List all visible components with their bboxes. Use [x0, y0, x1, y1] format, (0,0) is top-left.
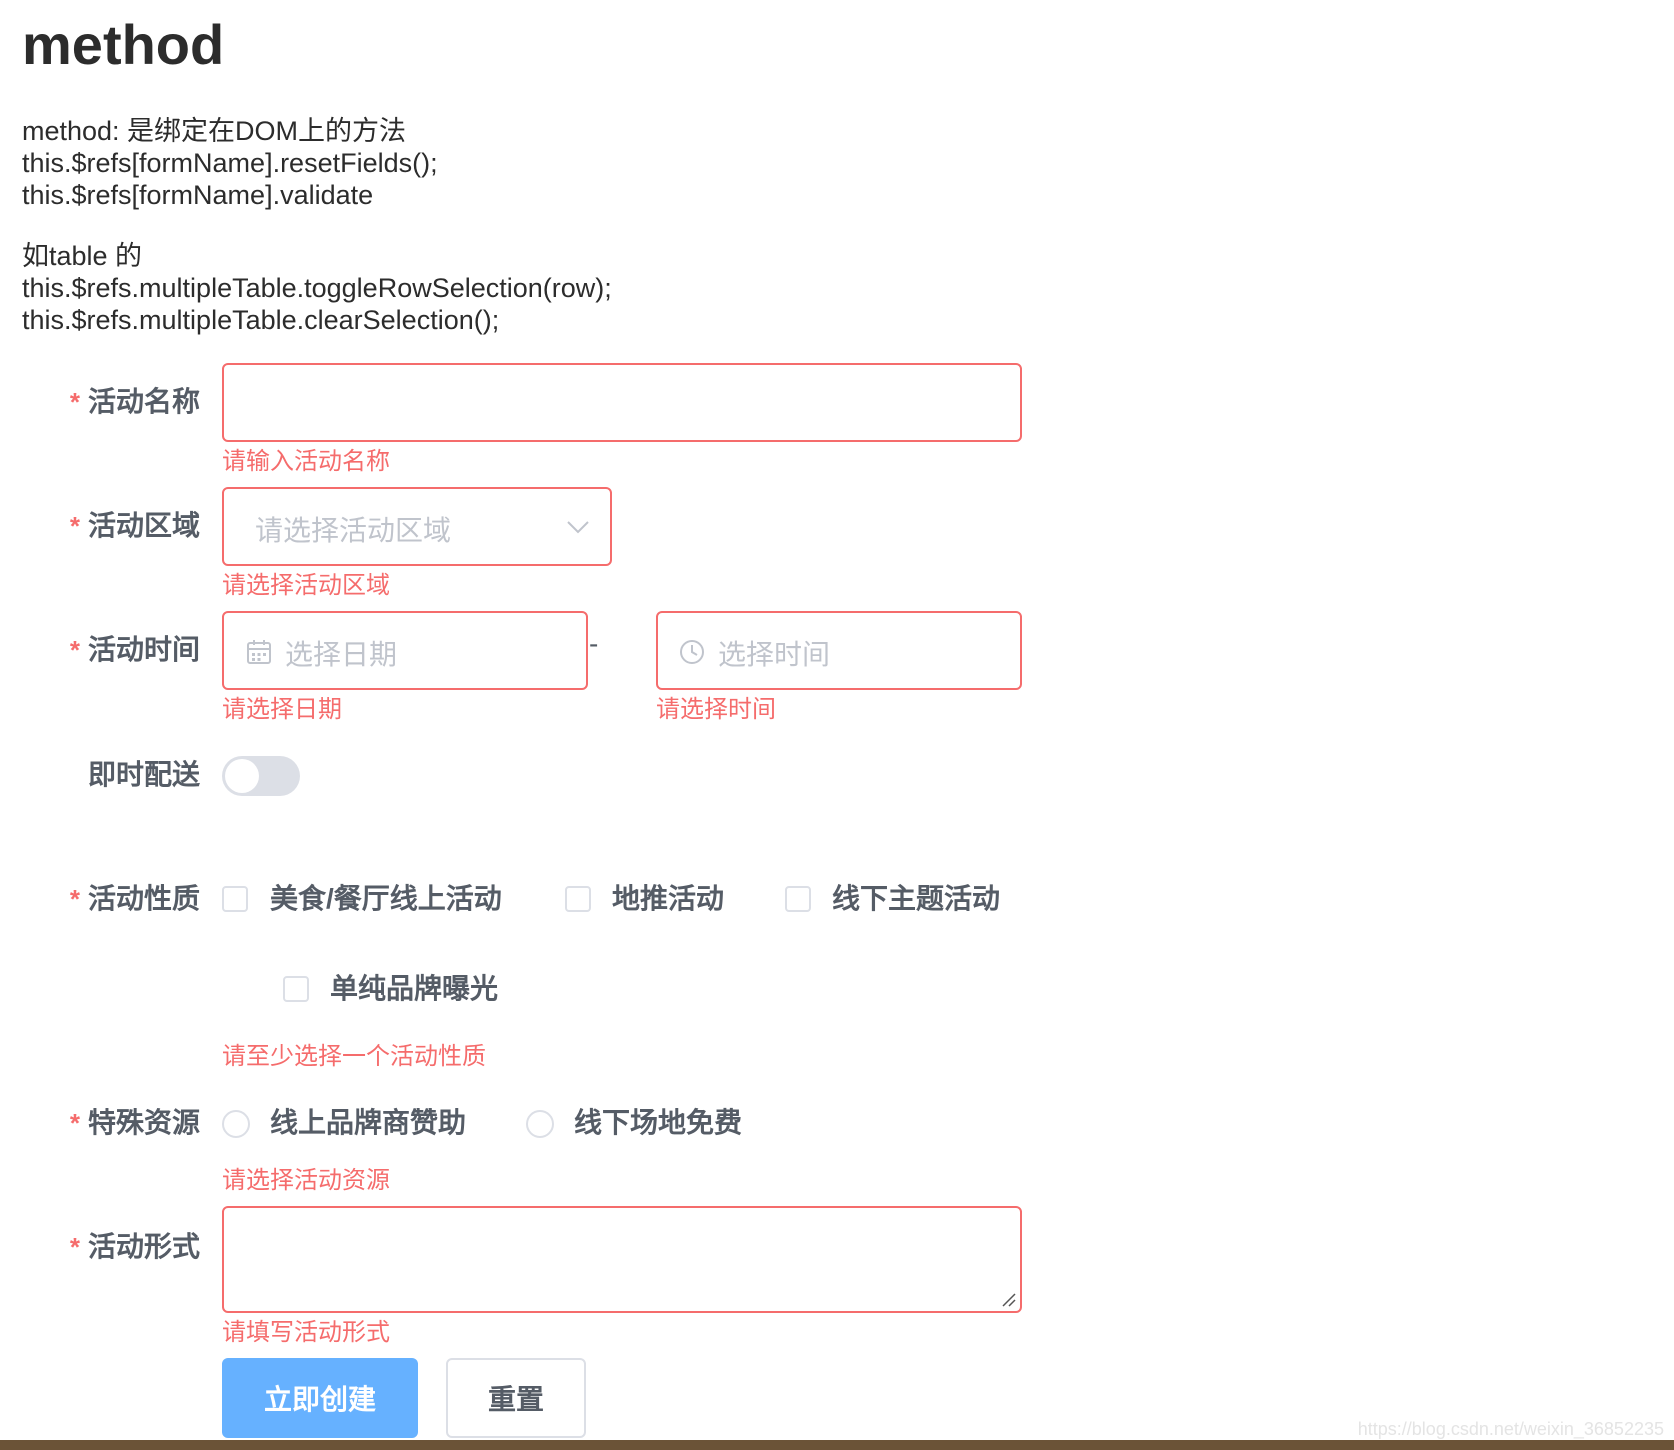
- activity-name-input[interactable]: [222, 363, 1022, 442]
- checkbox-type-food-online[interactable]: [222, 886, 248, 912]
- label-activity-time: * 活动时间: [69, 634, 200, 665]
- table-paragraph: 如table 的 this.$refs.multipleTable.toggle…: [22, 240, 612, 336]
- label-activity-name: * 活动名称: [69, 386, 200, 417]
- create-button[interactable]: 立即创建: [222, 1358, 418, 1438]
- reset-button[interactable]: 重置: [446, 1358, 586, 1438]
- intro-paragraph: method: 是绑定在DOM上的方法 this.$refs[formName]…: [22, 115, 438, 211]
- calendar-icon: [247, 640, 271, 664]
- checkbox-label[interactable]: 美食/餐厅线上活动: [270, 882, 502, 916]
- required-mark: *: [69, 511, 80, 541]
- checkbox-type-offline-theme[interactable]: [785, 886, 811, 912]
- checkbox-label[interactable]: 单纯品牌曝光: [330, 972, 498, 1006]
- table-line: 如table 的: [22, 241, 143, 271]
- table-line: this.$refs.multipleTable.toggleRowSelect…: [22, 273, 612, 303]
- switch-knob: [225, 759, 259, 793]
- required-mark: *: [69, 1232, 80, 1262]
- required-mark: *: [69, 1108, 80, 1138]
- activity-form-textarea[interactable]: [222, 1206, 1022, 1313]
- intro-line: method: 是绑定在DOM上的方法: [22, 116, 407, 146]
- radio-label[interactable]: 线上品牌商赞助: [270, 1106, 466, 1140]
- label-activity-type: * 活动性质: [69, 883, 200, 914]
- activity-type-error: 请至少选择一个活动性质: [222, 1043, 486, 1070]
- resize-handle-icon[interactable]: [1000, 1291, 1016, 1307]
- required-mark: *: [69, 635, 80, 665]
- activity-form-error: 请填写活动形式: [222, 1319, 390, 1346]
- instant-delivery-switch[interactable]: [222, 756, 300, 796]
- checkbox-label[interactable]: 地推活动: [612, 882, 724, 916]
- region-placeholder: 请选择活动区域: [255, 515, 452, 546]
- radio-resource-online-sponsor[interactable]: [222, 1110, 250, 1138]
- radio-label[interactable]: 线下场地免费: [574, 1106, 742, 1140]
- date-error: 请选择日期: [222, 696, 342, 723]
- intro-line: this.$refs[formName].validate: [22, 180, 374, 210]
- date-placeholder: 选择日期: [285, 639, 398, 670]
- label-activity-form: * 活动形式: [69, 1231, 200, 1262]
- label-special-resource: * 特殊资源: [69, 1107, 200, 1138]
- checkbox-label[interactable]: 线下主题活动: [832, 882, 1000, 916]
- watermark: https://blog.csdn.net/weixin_36852235: [1357, 1419, 1664, 1439]
- intro-line: this.$refs[formName].resetFields();: [22, 148, 438, 178]
- date-picker[interactable]: 选择日期: [222, 611, 588, 690]
- label-activity-region: * 活动区域: [69, 510, 200, 541]
- time-placeholder: 选择时间: [718, 639, 831, 670]
- radio-resource-offline-venue[interactable]: [526, 1110, 554, 1138]
- time-picker[interactable]: 选择时间: [656, 611, 1022, 690]
- page-title: method: [22, 13, 225, 76]
- special-resource-error: 请选择活动资源: [222, 1167, 390, 1194]
- clock-icon: [680, 640, 704, 664]
- time-error: 请选择时间: [656, 696, 776, 723]
- required-mark: *: [69, 387, 80, 417]
- activity-region-select[interactable]: 请选择活动区域: [222, 487, 612, 566]
- table-line: this.$refs.multipleTable.clearSelection(…: [22, 305, 500, 335]
- bottom-strip: [0, 1440, 1674, 1450]
- label-instant-delivery: 即时配送: [87, 759, 200, 790]
- activity-name-error: 请输入活动名称: [222, 448, 390, 475]
- time-separator: -: [589, 628, 599, 659]
- chevron-down-icon: [567, 521, 589, 534]
- required-mark: *: [69, 884, 80, 914]
- checkbox-type-ground-promo[interactable]: [565, 886, 591, 912]
- activity-region-error: 请选择活动区域: [222, 572, 390, 599]
- checkbox-type-brand-exposure[interactable]: [283, 976, 309, 1002]
